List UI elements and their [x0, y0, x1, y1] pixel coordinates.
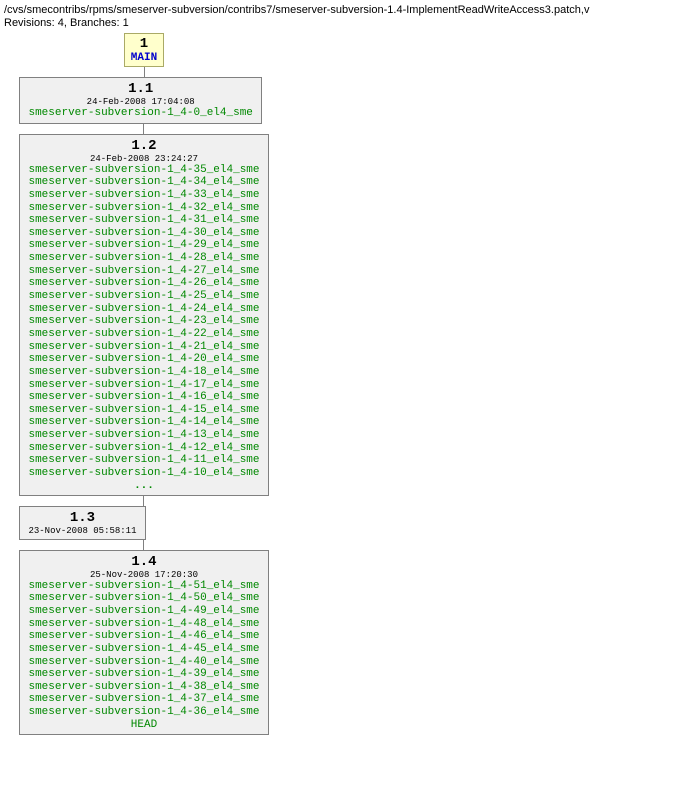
revision-tag: smeserver-subversion-1_4-21_el4_sme: [28, 341, 259, 354]
revision-tag: smeserver-subversion-1_4-15_el4_sme: [28, 404, 259, 417]
revision-tag: smeserver-subversion-1_4-50_el4_sme: [28, 592, 259, 605]
revision-tag: smeserver-subversion-1_4-28_el4_sme: [28, 252, 259, 265]
revision-version: 1.4: [28, 554, 259, 570]
revision-tag: smeserver-subversion-1_4-11_el4_sme: [28, 454, 259, 467]
revision-date: 24-Feb-2008 23:24:27: [28, 154, 259, 164]
revision-version: 1.2: [28, 138, 259, 154]
revision-tag: smeserver-subversion-1_4-18_el4_sme: [28, 366, 259, 379]
revision-version: 1.3: [28, 510, 136, 526]
revision-node[interactable]: 1.224-Feb-2008 23:24:27smeserver-subvers…: [19, 134, 268, 496]
revision-graph: 1 MAIN 1.124-Feb-2008 17:04:08smeserver-…: [4, 33, 682, 735]
connector-line: [143, 540, 144, 550]
revision-tag: smeserver-subversion-1_4-13_el4_sme: [28, 429, 259, 442]
main-label: MAIN: [131, 52, 157, 64]
revision-date: 23-Nov-2008 05:58:11: [28, 526, 136, 536]
revision-tag: smeserver-subversion-1_4-14_el4_sme: [28, 416, 259, 429]
ellipsis: ...: [28, 480, 259, 492]
revision-tag: smeserver-subversion-1_4-27_el4_sme: [28, 265, 259, 278]
revision-tag: smeserver-subversion-1_4-20_el4_sme: [28, 353, 259, 366]
revision-tag: smeserver-subversion-1_4-23_el4_sme: [28, 315, 259, 328]
revision-node[interactable]: 1.124-Feb-2008 17:04:08smeserver-subvers…: [19, 77, 261, 124]
revision-tag: smeserver-subversion-1_4-16_el4_sme: [28, 391, 259, 404]
revision-tag: smeserver-subversion-1_4-46_el4_sme: [28, 630, 259, 643]
revision-date: 24-Feb-2008 17:04:08: [28, 97, 252, 107]
revision-tag: smeserver-subversion-1_4-37_el4_sme: [28, 693, 259, 706]
main-version: 1: [131, 36, 157, 52]
revision-tag: smeserver-subversion-1_4-39_el4_sme: [28, 668, 259, 681]
revision-tag: smeserver-subversion-1_4-10_el4_sme: [28, 467, 259, 480]
main-branch-node[interactable]: 1 MAIN: [124, 33, 164, 67]
revision-tag: smeserver-subversion-1_4-36_el4_sme: [28, 706, 259, 719]
connector-line: [143, 124, 144, 134]
revision-info: Revisions: 4, Branches: 1: [4, 17, 682, 29]
revision-node[interactable]: 1.323-Nov-2008 05:58:11: [19, 506, 145, 540]
revision-tag: smeserver-subversion-1_4-48_el4_sme: [28, 618, 259, 631]
revision-tag: smeserver-subversion-1_4-45_el4_sme: [28, 643, 259, 656]
revision-tag: smeserver-subversion-1_4-49_el4_sme: [28, 605, 259, 618]
revision-tag: smeserver-subversion-1_4-22_el4_sme: [28, 328, 259, 341]
revision-tag: smeserver-subversion-1_4-38_el4_sme: [28, 681, 259, 694]
head-label: HEAD: [28, 719, 259, 732]
file-path: /cvs/smecontribs/rpms/smeserver-subversi…: [4, 4, 682, 16]
connector-line: [144, 67, 145, 77]
revision-tag: smeserver-subversion-1_4-35_el4_sme: [28, 164, 259, 177]
revision-tag: smeserver-subversion-1_4-34_el4_sme: [28, 176, 259, 189]
revision-tag: smeserver-subversion-1_4-32_el4_sme: [28, 202, 259, 215]
revision-tag: smeserver-subversion-1_4-31_el4_sme: [28, 214, 259, 227]
revision-version: 1.1: [28, 81, 252, 97]
connector-line: [143, 496, 144, 506]
revision-tag: smeserver-subversion-1_4-40_el4_sme: [28, 656, 259, 669]
revision-tag: smeserver-subversion-1_4-51_el4_sme: [28, 580, 259, 593]
revision-tag: smeserver-subversion-1_4-17_el4_sme: [28, 379, 259, 392]
revision-tag: smeserver-subversion-1_4-30_el4_sme: [28, 227, 259, 240]
revision-date: 25-Nov-2008 17:20:30: [28, 570, 259, 580]
revision-tag: smeserver-subversion-1_4-26_el4_sme: [28, 277, 259, 290]
revision-tag: smeserver-subversion-1_4-12_el4_sme: [28, 442, 259, 455]
revision-tag: smeserver-subversion-1_4-33_el4_sme: [28, 189, 259, 202]
revision-tag: smeserver-subversion-1_4-29_el4_sme: [28, 239, 259, 252]
revision-tag: smeserver-subversion-1_4-24_el4_sme: [28, 303, 259, 316]
revision-tag: smeserver-subversion-1_4-0_el4_sme: [28, 107, 252, 120]
revision-tag: smeserver-subversion-1_4-25_el4_sme: [28, 290, 259, 303]
revision-node[interactable]: 1.425-Nov-2008 17:20:30smeserver-subvers…: [19, 550, 268, 736]
